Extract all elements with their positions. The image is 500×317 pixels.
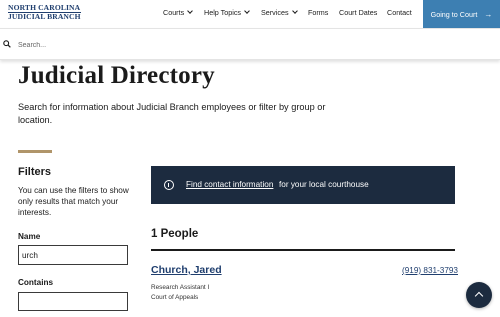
nav-item-forms[interactable]: Forms	[308, 8, 328, 17]
top-navigation-bar: NORTH CAROLINA JUDICIAL BRANCH Courts He…	[0, 0, 500, 28]
arrow-right-icon: →	[484, 9, 493, 19]
person-name-link[interactable]: Church, Jared	[151, 264, 222, 276]
find-contact-information-link[interactable]: Find contact information	[186, 180, 273, 189]
going-to-court-button[interactable]: Going to Court →	[423, 0, 500, 28]
nav-item-court-dates[interactable]: Court Dates	[339, 8, 377, 17]
search-icon[interactable]	[3, 40, 11, 48]
results-divider	[151, 249, 455, 251]
results-count-heading: 1 People	[151, 228, 199, 240]
nav-label: Court Dates	[339, 8, 378, 17]
nav-label: Courts	[163, 8, 185, 17]
person-court-unit: Court of Appeals	[151, 294, 199, 301]
nav-item-help-topics[interactable]: Help Topics	[204, 8, 250, 17]
chevron-down-icon	[187, 8, 194, 14]
courthouse-info-banner: Find contact information for your local …	[151, 166, 455, 204]
page-intro-text: Search for information about Judicial Br…	[18, 102, 326, 125]
logo-line-1: NORTH CAROLINA	[8, 3, 81, 12]
nav-item-services[interactable]: Services	[261, 8, 298, 17]
nav-label: Forms	[308, 8, 329, 17]
filters-accent-rule	[18, 150, 52, 153]
nav-item-contact[interactable]: Contact	[387, 8, 412, 17]
contains-filter-label: Contains	[18, 278, 54, 287]
person-job-title: Research Assistant I	[151, 284, 210, 291]
search-input[interactable]	[18, 38, 318, 52]
nav-item-courts[interactable]: Courts	[163, 8, 194, 17]
person-phone-link[interactable]: (919) 831-3793	[402, 266, 458, 275]
nav-label: Contact	[387, 8, 412, 17]
page-title: Judicial Directory	[18, 62, 215, 89]
chevron-up-icon	[474, 291, 484, 301]
chevron-down-icon	[291, 8, 298, 14]
contains-filter-input[interactable]	[18, 292, 128, 311]
logo-line-2: JUDICIAL BRANCH	[8, 12, 81, 21]
chevron-down-icon	[244, 8, 250, 14]
nc-judicial-branch-logo[interactable]: NORTH CAROLINA JUDICIAL BRANCH	[8, 4, 81, 21]
nav-label: Services	[261, 8, 289, 17]
info-icon	[164, 180, 174, 190]
filters-heading: Filters	[18, 166, 52, 178]
filters-description: You can use the filters to show only res…	[18, 186, 129, 217]
banner-text: for your local courthouse	[279, 180, 369, 189]
scroll-to-top-button[interactable]	[466, 282, 492, 308]
going-to-court-label: Going to Court	[430, 9, 478, 19]
name-filter-label: Name	[18, 232, 41, 241]
nav-label: Help Topics	[204, 8, 242, 17]
name-filter-input[interactable]	[18, 245, 128, 265]
site-search-bar	[0, 28, 500, 60]
